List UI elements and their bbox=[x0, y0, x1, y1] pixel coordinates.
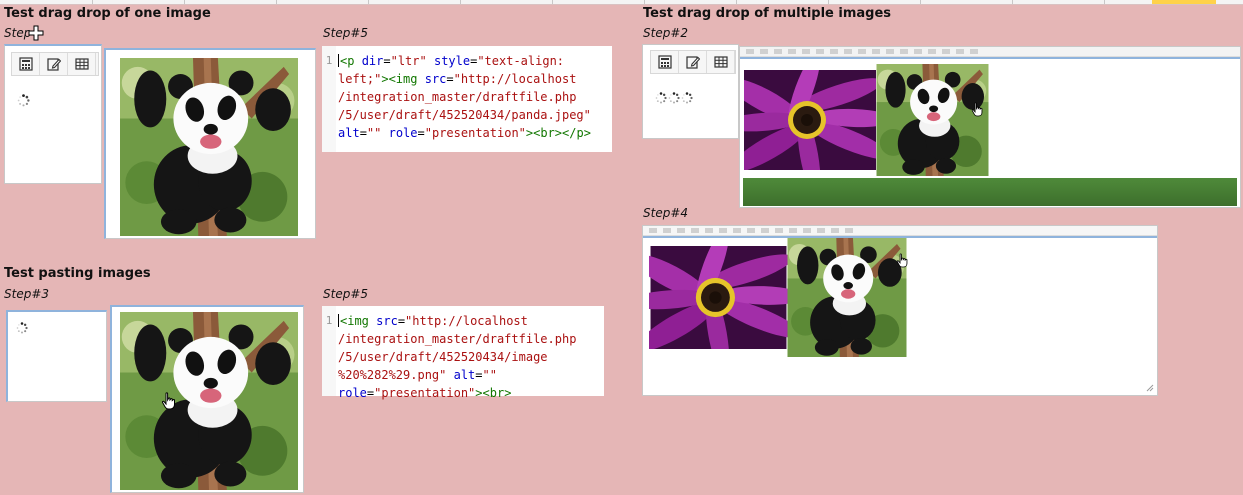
edit-icon bbox=[686, 55, 700, 69]
step-label: Step#2 bbox=[643, 26, 689, 40]
hand-cursor-icon bbox=[161, 392, 177, 410]
text-cursor bbox=[338, 54, 339, 67]
panda-image[interactable] bbox=[876, 64, 989, 176]
panda-image[interactable] bbox=[118, 58, 300, 236]
multi-drop-preview bbox=[739, 46, 1241, 208]
spinner-icon bbox=[17, 94, 30, 107]
move-cursor-icon bbox=[28, 25, 44, 41]
panda-image[interactable] bbox=[118, 312, 300, 490]
table-icon bbox=[75, 57, 89, 71]
pasted-image-panel bbox=[110, 305, 304, 493]
editor-toolbar bbox=[11, 52, 99, 76]
edit-button[interactable] bbox=[679, 51, 707, 73]
source-code: <img src="http://localhost /integration_… bbox=[338, 314, 577, 400]
html-source-editor[interactable]: 1 <p dir="ltr" style="text-align: left;"… bbox=[322, 46, 612, 152]
flower-image[interactable] bbox=[744, 70, 876, 170]
spinner-icon bbox=[681, 92, 693, 104]
paste-editor-panel[interactable] bbox=[6, 310, 107, 402]
calculator-button[interactable] bbox=[12, 53, 40, 75]
editor-toolbar bbox=[643, 226, 1157, 236]
calculator-icon bbox=[658, 55, 672, 69]
spinner-icon bbox=[668, 92, 680, 104]
multi-editor-result[interactable] bbox=[642, 225, 1158, 396]
line-number: 1 bbox=[322, 306, 336, 396]
flower-image[interactable] bbox=[649, 246, 788, 349]
panda-image[interactable] bbox=[787, 238, 907, 357]
spinner-icon bbox=[16, 322, 28, 334]
html-source-editor[interactable]: 1 <img src="http://localhost /integratio… bbox=[322, 306, 604, 400]
step-label: Step#5 bbox=[323, 26, 369, 40]
spinner-icon bbox=[655, 92, 667, 104]
table-button[interactable] bbox=[68, 53, 96, 75]
hand-cursor-icon bbox=[896, 253, 909, 268]
step-label: Step#3 bbox=[4, 287, 50, 301]
section-title-pasting: Test pasting images bbox=[4, 266, 151, 281]
multi-editor-panel[interactable] bbox=[642, 44, 739, 139]
step-label: Step#4 bbox=[643, 206, 689, 220]
source-code: <p dir="ltr" style="text-align: left;"><… bbox=[338, 54, 591, 140]
resize-handle-icon[interactable] bbox=[1146, 384, 1154, 392]
top-strip bbox=[0, 0, 1243, 5]
section-title-one-image: Test drag drop of one image bbox=[4, 6, 211, 21]
table-icon bbox=[714, 55, 728, 69]
step-label: Step#5 bbox=[323, 287, 369, 301]
hand-cursor-icon bbox=[971, 102, 984, 117]
section-title-multiple: Test drag drop of multiple images bbox=[643, 6, 892, 21]
table-button[interactable] bbox=[707, 51, 735, 73]
edit-button[interactable] bbox=[40, 53, 68, 75]
image-preview-panel bbox=[104, 48, 316, 239]
editor-toolbar bbox=[740, 47, 1240, 57]
green-image-strip bbox=[743, 178, 1237, 206]
editor-panel[interactable] bbox=[4, 44, 102, 184]
highlighted-tab bbox=[1152, 0, 1216, 4]
calculator-button[interactable] bbox=[651, 51, 679, 73]
line-number: 1 bbox=[322, 46, 336, 152]
editor-toolbar bbox=[650, 50, 736, 74]
edit-icon bbox=[47, 57, 61, 71]
text-cursor bbox=[338, 314, 339, 327]
calculator-icon bbox=[19, 57, 33, 71]
